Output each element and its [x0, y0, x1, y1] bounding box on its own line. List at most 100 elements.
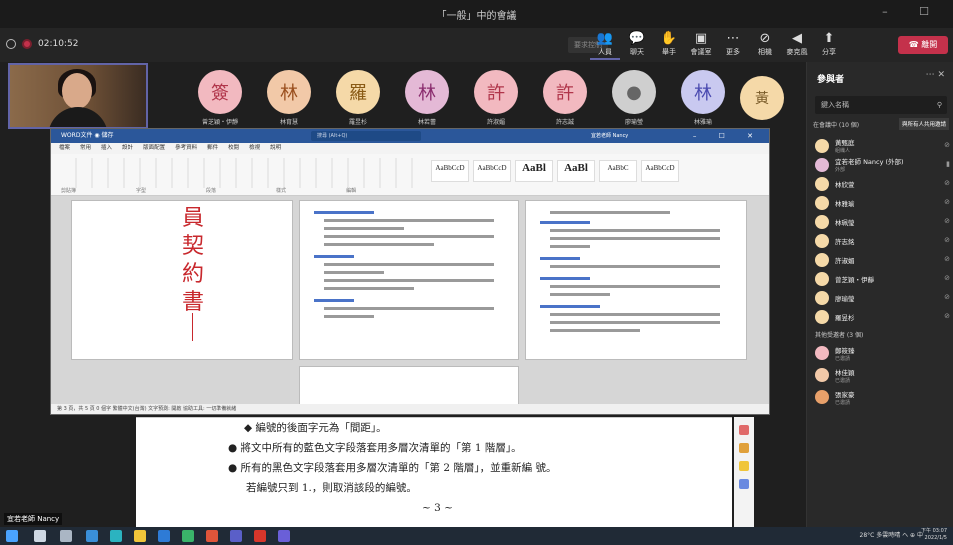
participant-tile[interactable]: 林林若蕾 [399, 70, 455, 126]
meeting-stage: 簽曾芝穎・伊靜 林林育慧 羅羅昱杉 林林若蕾 許許淑媚 許許志誠 ● 廖瑜瑩 林林… [0, 62, 806, 527]
word-side-toolbar[interactable] [734, 417, 754, 527]
mic-button[interactable]: ◀ 麥克風 [782, 30, 812, 60]
document-page[interactable] [525, 200, 747, 360]
style-title[interactable]: AaBbC [599, 160, 637, 182]
edge-icon[interactable] [86, 530, 98, 542]
participant-tile[interactable]: 許許志誠 [537, 70, 593, 126]
camera-button[interactable]: ⊘ 相機 [750, 30, 780, 60]
participant-tile[interactable]: 許許淑媚 [468, 70, 524, 126]
participant-tile[interactable]: 林林育慧 [261, 70, 317, 126]
share-invite-button[interactable]: 與所有人共用邀請 [898, 118, 949, 130]
shared-word-window[interactable]: WORD文件 ◉ 儲存 搜尋 (Alt+Q) 宜若老師 Nancy – ☐ ✕ … [50, 128, 770, 415]
participant-tile[interactable]: 林林雅瑜 [675, 70, 731, 126]
overflow-participant-avatar[interactable]: 黃 [740, 76, 784, 120]
participant-tile[interactable]: 羅羅昱杉 [330, 70, 386, 126]
pane-icon[interactable] [739, 425, 749, 435]
tab-references[interactable]: 參考資料 [175, 143, 197, 154]
mic-off-icon: ⊘ [944, 141, 950, 149]
pane-icon[interactable] [739, 479, 749, 489]
word-window-controls[interactable]: – ☐ ✕ [693, 129, 763, 143]
avatar [815, 195, 829, 210]
share-button[interactable]: ⬆ 分享 [814, 30, 844, 60]
word-icon[interactable] [158, 530, 170, 542]
pane-icon[interactable] [739, 443, 749, 453]
participant-tile[interactable]: 簽曾芝穎・伊靜 [192, 70, 248, 126]
list-item[interactable]: 許淑媚 ⊘ [815, 250, 950, 269]
tab-file[interactable]: 檔案 [59, 143, 70, 154]
word-statusbar: 第 3 頁，共 5 頁 0 個字 繁體中文(台灣) 文字預測: 開啟 協助工具:… [51, 404, 769, 414]
avatar: 簽 [198, 70, 242, 114]
word-ribbon-tabs: 檔案 常用 插入 設計 版面配置 參考資料 郵件 校閱 檢視 說明 [51, 143, 769, 154]
chat-button[interactable]: 💬 聊天 [622, 30, 652, 60]
style-heading-1[interactable]: AaBl [515, 160, 553, 182]
list-item[interactable]: 林欣萱 ⊘ [815, 174, 950, 193]
mic-off-icon: ⊘ [944, 217, 950, 225]
list-item[interactable]: 宜若老師 Nancy (外部) 外部 ▮ [815, 155, 950, 174]
tab-mailings[interactable]: 郵件 [207, 143, 218, 154]
meeting-toolbar: 02:10:52 要求控制 👥 人員 💬 聊天 ✋ 舉手 ▣ 會議室 ⋯ 更多 ⊘ 相機 ◀… [0, 28, 953, 62]
leave-button[interactable]: ☎ 離開 [898, 36, 948, 54]
style-normal[interactable]: AaBbCcD [431, 160, 469, 182]
participant-strip: 簽曾芝穎・伊靜 林林育慧 羅羅昱杉 林林若蕾 許許淑媚 許許志誠 ● 廖瑜瑩 林林… [192, 70, 731, 126]
list-item[interactable]: 林珮瑩 ⊘ [815, 212, 950, 231]
list-item[interactable]: 林雅瑜 ⊘ [815, 193, 950, 212]
close-icon[interactable]: ⋯ ✕ [926, 70, 945, 80]
document-view-lower[interactable]: ◆ 編號的後面字元為「間距」。 ● 將文中所有的藍色文字段落套用多層次清單的「第… [136, 417, 732, 527]
tab-help[interactable]: 說明 [270, 143, 281, 154]
participants-panel: 參與者 ⋯ ✕ 鍵入名稱 ⚲ 在會議中 (10 個) 與所有人共用邀請 黃甄庭 組織… [806, 62, 953, 527]
search-icon[interactable] [34, 530, 46, 542]
avatar: 林 [681, 70, 725, 114]
document-page[interactable] [299, 366, 519, 406]
chrome-icon[interactable] [206, 530, 218, 542]
list-item[interactable]: 羅昱杉 ⊘ [815, 307, 950, 326]
list-item[interactable]: 許志銘 ⊘ [815, 231, 950, 250]
tab-layout[interactable]: 版面配置 [143, 143, 165, 154]
section-others[interactable]: 其他受邀者 (3 個) [815, 326, 950, 342]
participant-search-input[interactable]: 鍵入名稱 ⚲ [815, 96, 947, 114]
participant-tile[interactable]: ● 廖瑜瑩 [606, 70, 662, 126]
explorer-icon[interactable] [134, 530, 146, 542]
pane-icon[interactable] [739, 461, 749, 471]
doc-line: ● 將文中所有的藍色文字段落套用多層次清單的「第 1 階層」。 [228, 442, 522, 454]
tab-review[interactable]: 校閱 [228, 143, 239, 154]
ribbon-tools[interactable] [61, 158, 421, 188]
start-icon[interactable] [6, 530, 18, 542]
excel-icon[interactable] [182, 530, 194, 542]
list-item[interactable]: 黃甄庭 組織人 ⊘ [815, 136, 950, 155]
window-controls[interactable]: – ☐ [882, 5, 943, 18]
style-heading-2[interactable]: AaBl [557, 160, 595, 182]
list-item[interactable]: 鄭筱臻 已邀請 [815, 342, 950, 364]
document-page[interactable] [299, 200, 519, 360]
avatar [815, 157, 829, 172]
app-icon[interactable] [110, 530, 122, 542]
raise-hand-button[interactable]: ✋ 舉手 [654, 30, 684, 60]
list-item[interactable]: 廖瑜瑩 ⊘ [815, 288, 950, 307]
rooms-button[interactable]: ▣ 會議室 [686, 30, 716, 60]
document-canvas[interactable]: 員契約書 [51, 196, 769, 406]
style-subtitle[interactable]: AaBbCcD [641, 160, 679, 182]
style-no-spacing[interactable]: AaBbCcD [473, 160, 511, 182]
tab-view[interactable]: 檢視 [249, 143, 260, 154]
system-tray[interactable]: 28°C 多雲時晴 ヘ ⊕ 中 [860, 530, 923, 539]
panel-title: 參與者 [817, 75, 845, 85]
tab-design[interactable]: 設計 [122, 143, 133, 154]
app-icon[interactable] [278, 530, 290, 542]
clock[interactable]: 下午 03:07 2022/1/5 [921, 528, 947, 542]
task-view-icon[interactable] [60, 530, 72, 542]
word-search[interactable]: 搜尋 (Alt+Q) [311, 131, 421, 141]
list-item[interactable]: 曾芝穎・伊靜 ⊘ [815, 269, 950, 288]
document-page[interactable]: 員契約書 [71, 200, 293, 360]
more-button[interactable]: ⋯ 更多 [718, 30, 748, 60]
page-number: ~ 3 ~ [422, 502, 453, 514]
tab-home[interactable]: 常用 [80, 143, 91, 154]
list-item[interactable]: 林佳穎 已邀請 [815, 364, 950, 386]
list-item[interactable]: 張家豪 已邀請 [815, 386, 950, 408]
teams-icon[interactable] [230, 530, 242, 542]
presenter-video[interactable] [8, 63, 148, 129]
people-button[interactable]: 👥 人員 [590, 30, 620, 60]
powerpoint-icon[interactable] [254, 530, 266, 542]
tab-insert[interactable]: 插入 [101, 143, 112, 154]
rooms-icon: ▣ [694, 31, 708, 46]
section-in-meeting[interactable]: 在會議中 (10 個) [813, 120, 859, 129]
word-user: 宜若老師 Nancy [591, 133, 629, 139]
